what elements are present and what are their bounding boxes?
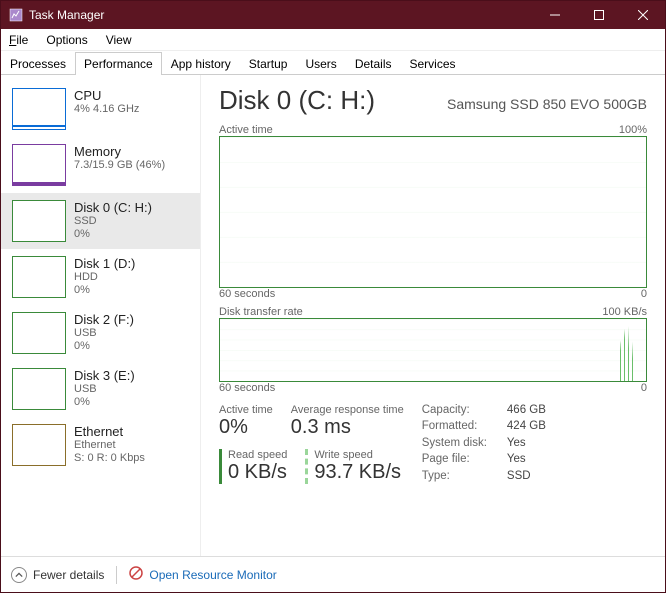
tab-processes[interactable]: Processes [1, 52, 75, 75]
sidebar-item-label: Memory [74, 144, 165, 159]
memory-thumbnail-chart [12, 144, 66, 186]
stat-active-value: 0% [219, 416, 273, 439]
chart-transfer-rate [219, 318, 647, 382]
disk1-thumbnail-chart [12, 256, 66, 298]
ethernet-thumbnail-chart [12, 424, 66, 466]
sidebar-item-label: Disk 2 (F:) [74, 312, 134, 327]
chart1-xleft: 60 seconds [219, 288, 275, 300]
minimize-button[interactable] [533, 1, 577, 29]
chart2-xright: 0 [641, 382, 647, 394]
chart2-label: Disk transfer rate [219, 306, 303, 318]
menu-options[interactable]: Options [46, 33, 87, 47]
sidebar-item-subtext2: 0% [74, 284, 135, 297]
sidebar-item-ethernet[interactable]: Ethernet Ethernet S: 0 R: 0 Kbps [1, 417, 200, 473]
disk2-thumbnail-chart [12, 312, 66, 354]
sidebar-item-subtext2: 0% [74, 340, 134, 353]
prop-key: Page file: [422, 453, 487, 467]
sidebar-item-subtext2: 0% [74, 228, 152, 241]
stat-resp-value: 0.3 ms [291, 416, 404, 439]
chart2-max: 100 KB/s [602, 306, 647, 318]
disk-model: Samsung SSD 850 EVO 500GB [447, 96, 647, 112]
sidebar-item-subtext: SSD [74, 215, 152, 228]
prop-val: Yes [507, 453, 546, 467]
tab-app-history[interactable]: App history [162, 52, 240, 75]
chart1-label: Active time [219, 124, 273, 136]
stat-resp-label: Average response time [291, 404, 404, 416]
tab-details[interactable]: Details [346, 52, 401, 75]
tab-users[interactable]: Users [296, 52, 345, 75]
stat-write-label: Write speed [314, 449, 401, 461]
tab-strip: Processes Performance App history Startu… [1, 51, 665, 75]
menubar: FFileile Options View [1, 29, 665, 51]
sidebar-item-subtext: USB [74, 383, 135, 396]
sidebar-item-label: CPU [74, 88, 139, 103]
close-button[interactable] [621, 1, 665, 29]
tab-startup[interactable]: Startup [240, 52, 297, 75]
fewer-details-button[interactable]: Fewer details [11, 567, 104, 583]
sidebar-item-label: Disk 3 (E:) [74, 368, 135, 383]
chart-active-time [219, 136, 647, 288]
sidebar-item-cpu[interactable]: CPU 4% 4.16 GHz [1, 81, 200, 137]
divider [116, 566, 117, 584]
sidebar-item-label: Disk 1 (D:) [74, 256, 135, 271]
stat-read-label: Read speed [228, 449, 287, 461]
disk3-thumbnail-chart [12, 368, 66, 410]
sidebar-item-disk2[interactable]: Disk 2 (F:) USB 0% [1, 305, 200, 361]
main-panel: Disk 0 (C: H:) Samsung SSD 850 EVO 500GB… [201, 75, 665, 556]
sidebar-item-subtext: HDD [74, 271, 135, 284]
sidebar-item-label: Ethernet [74, 424, 145, 439]
resource-monitor-icon [129, 566, 143, 583]
sidebar[interactable]: CPU 4% 4.16 GHz Memory 7.3/15.9 GB (46%)… [1, 75, 201, 556]
disk-properties: Capacity: 466 GB Formatted: 424 GB System … [422, 404, 546, 484]
tab-performance[interactable]: Performance [75, 52, 162, 75]
chart1-max: 100% [619, 124, 647, 136]
window-title: Task Manager [29, 8, 533, 22]
sidebar-item-subtext: 7.3/15.9 GB (46%) [74, 159, 165, 172]
menu-file[interactable]: FFileile [9, 33, 28, 47]
sidebar-item-disk1[interactable]: Disk 1 (D:) HDD 0% [1, 249, 200, 305]
prop-val: SSD [507, 470, 546, 484]
content: CPU 4% 4.16 GHz Memory 7.3/15.9 GB (46%)… [1, 75, 665, 556]
sidebar-item-subtext: USB [74, 327, 134, 340]
sidebar-item-disk0[interactable]: Disk 0 (C: H:) SSD 0% [1, 193, 200, 249]
tab-services[interactable]: Services [401, 52, 465, 75]
sidebar-item-memory[interactable]: Memory 7.3/15.9 GB (46%) [1, 137, 200, 193]
cpu-thumbnail-chart [12, 88, 66, 130]
sidebar-item-disk3[interactable]: Disk 3 (E:) USB 0% [1, 361, 200, 417]
prop-val: Yes [507, 437, 546, 451]
prop-key: Formatted: [422, 420, 487, 434]
sidebar-item-subtext: Ethernet [74, 439, 145, 452]
prop-val: 424 GB [507, 420, 546, 434]
prop-key: System disk: [422, 437, 487, 451]
page-title: Disk 0 (C: H:) [219, 85, 375, 116]
sidebar-item-label: Disk 0 (C: H:) [74, 200, 152, 215]
titlebar: Task Manager [1, 1, 665, 29]
sidebar-item-subtext: 4% 4.16 GHz [74, 103, 139, 116]
app-icon [9, 8, 23, 22]
open-resource-monitor-link[interactable]: Open Resource Monitor [129, 566, 276, 583]
prop-key: Capacity: [422, 404, 487, 418]
menu-view[interactable]: View [106, 33, 132, 47]
prop-key: Type: [422, 470, 487, 484]
prop-val: 466 GB [507, 404, 546, 418]
disk0-thumbnail-chart [12, 200, 66, 242]
footer: Fewer details Open Resource Monitor [1, 556, 665, 592]
maximize-button[interactable] [577, 1, 621, 29]
stat-read-value: 0 KB/s [228, 461, 287, 484]
chart2-xleft: 60 seconds [219, 382, 275, 394]
stat-write-value: 93.7 KB/s [314, 461, 401, 484]
chart1-xright: 0 [641, 288, 647, 300]
sidebar-item-subtext2: 0% [74, 396, 135, 409]
chevron-up-icon [11, 567, 27, 583]
stat-active-label: Active time [219, 404, 273, 416]
sidebar-item-subtext2: S: 0 R: 0 Kbps [74, 452, 145, 465]
